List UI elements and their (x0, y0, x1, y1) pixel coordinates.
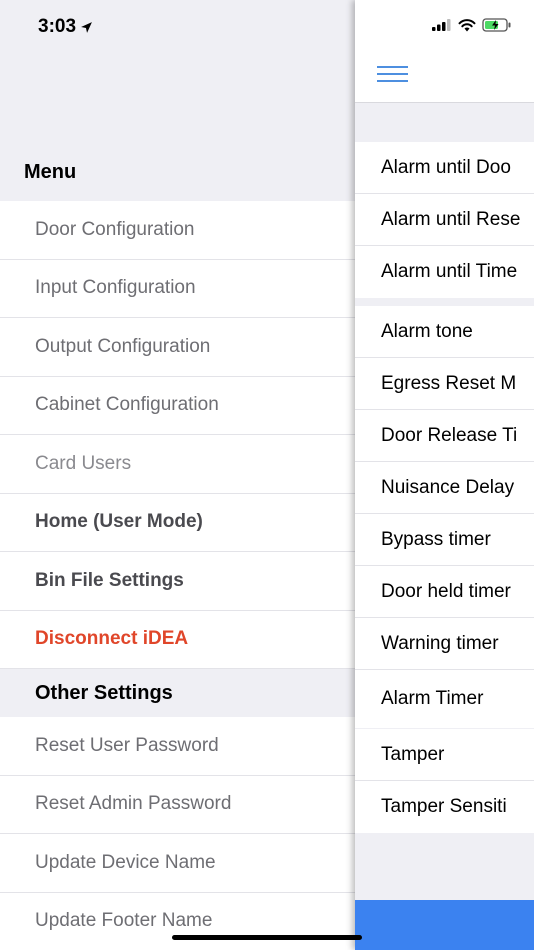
setting-row[interactable]: Alarm Timer (355, 670, 534, 728)
battery-charging-icon (482, 18, 511, 32)
menu-item-disconnect[interactable]: Disconnect iDEA (0, 610, 355, 669)
menu-item-input-configuration[interactable]: Input Configuration (0, 259, 355, 318)
hamburger-menu-icon[interactable] (377, 66, 408, 86)
status-time: 3:03 (38, 16, 93, 38)
setting-row[interactable]: Door held timer (355, 566, 534, 618)
menu-item-output-configuration[interactable]: Output Configuration (0, 318, 355, 377)
menu-heading: Menu (24, 161, 77, 183)
setting-row[interactable]: Egress Reset M (355, 358, 534, 410)
menu-item-bin-file-settings[interactable]: Bin File Settings (0, 552, 355, 611)
other-settings-heading: Other Settings (0, 669, 355, 717)
settings-group-timers: Alarm tone Egress Reset M Door Release T… (355, 306, 534, 728)
menu-item-reset-admin-password[interactable]: Reset Admin Password (0, 775, 355, 834)
navigation-bar (355, 0, 534, 103)
settings-group-alarm-until: Alarm until Doo Alarm until Rese Alarm u… (355, 142, 534, 298)
setting-row[interactable]: Warning timer (355, 618, 534, 670)
cellular-signal-icon (432, 19, 451, 31)
setting-row[interactable]: Door Release Ti (355, 410, 534, 462)
menu-item-cabinet-configuration[interactable]: Cabinet Configuration (0, 376, 355, 435)
settings-group-tamper: Tamper Tamper Sensiti (355, 729, 534, 833)
location-arrow-icon (81, 21, 92, 33)
status-time-text: 3:03 (38, 16, 77, 37)
main-content-panel: Alarm until Doo Alarm until Rese Alarm u… (355, 0, 534, 950)
bottom-action-bar[interactable] (355, 900, 534, 950)
menu-item-reset-user-password[interactable]: Reset User Password (0, 717, 355, 776)
setting-row[interactable]: Alarm until Rese (355, 194, 534, 246)
side-menu: 3:03 Menu Door Configuration Input Confi… (0, 0, 355, 950)
setting-row[interactable]: Alarm tone (355, 306, 534, 358)
setting-row[interactable]: Nuisance Delay (355, 462, 534, 514)
setting-row[interactable]: Alarm until Doo (355, 142, 534, 194)
menu-item-card-users[interactable]: Card Users (0, 435, 355, 494)
menu-item-update-device-name[interactable]: Update Device Name (0, 834, 355, 893)
menu-item-update-footer-name[interactable]: Update Footer Name (0, 892, 355, 950)
menu-item-door-configuration[interactable]: Door Configuration (0, 201, 355, 260)
setting-row[interactable]: Alarm until Time (355, 246, 534, 298)
setting-row[interactable]: Bypass timer (355, 514, 534, 566)
setting-row[interactable]: Tamper Sensiti (355, 781, 534, 833)
wifi-icon (458, 18, 476, 31)
menu-item-home-user-mode[interactable]: Home (User Mode) (0, 493, 355, 552)
setting-row[interactable]: Tamper (355, 729, 534, 781)
status-icons (432, 18, 512, 32)
menu-list: Door Configuration Input Configuration O… (0, 201, 355, 950)
home-indicator[interactable] (172, 935, 362, 940)
